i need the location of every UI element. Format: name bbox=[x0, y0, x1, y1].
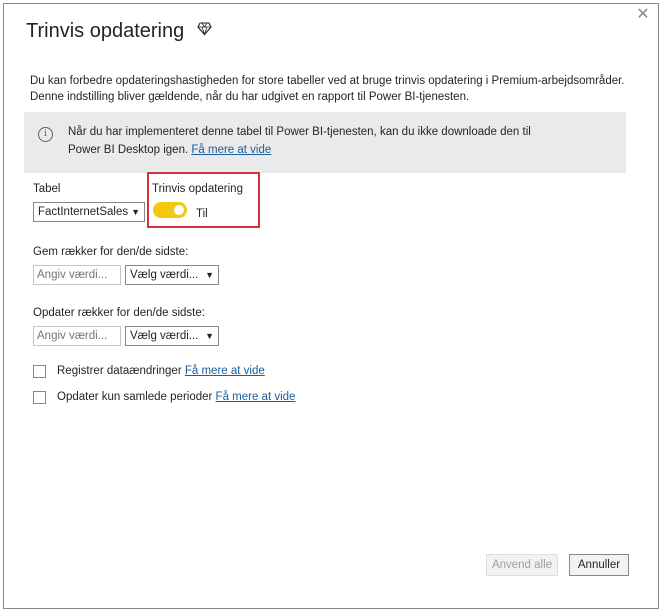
description-line-2: Denne indstilling bliver gældende, når d… bbox=[30, 91, 470, 103]
info-line-2: Power BI Desktop igen. Få mere at vide bbox=[68, 141, 588, 159]
toggle-state-label: Til bbox=[196, 208, 208, 220]
info-line-1: Når du har implementeret denne tabel til… bbox=[68, 126, 531, 138]
dropdown-arrow-icon: ▼ bbox=[205, 331, 214, 341]
dropdown-arrow-icon: ▼ bbox=[205, 270, 214, 280]
dialog-title: Trinvis opdatering bbox=[26, 20, 185, 42]
refresh-rows-label: Opdater rækker for den/de sidste: bbox=[33, 307, 205, 319]
complete-periods-label: Opdater kun samlede perioder bbox=[57, 391, 213, 403]
info-banner: i Når du har implementeret denne tabel t… bbox=[24, 112, 626, 173]
refresh-rows-unit-value: Vælg værdi... bbox=[130, 330, 199, 342]
apply-all-button[interactable]: Anvend alle bbox=[486, 554, 558, 576]
incremental-refresh-label: Trinvis opdatering bbox=[152, 183, 243, 195]
info-icon: i bbox=[38, 127, 53, 142]
complete-periods-learn-more-link[interactable]: Få mere at vide bbox=[216, 391, 296, 403]
table-select-value: FactInternetSales bbox=[38, 206, 129, 218]
complete-periods-checkbox[interactable] bbox=[33, 391, 46, 404]
detect-changes-learn-more-link[interactable]: Få mere at vide bbox=[185, 365, 265, 377]
description: Du kan forbedre opdateringshastigheden f… bbox=[30, 73, 640, 105]
table-label: Tabel bbox=[33, 183, 61, 195]
refresh-rows-value-input[interactable] bbox=[33, 326, 121, 346]
store-rows-unit-select[interactable]: Vælg værdi... ▼ bbox=[125, 265, 219, 285]
toggle-knob bbox=[174, 205, 184, 215]
incremental-refresh-toggle[interactable] bbox=[153, 202, 187, 218]
diamond-icon bbox=[197, 22, 212, 36]
close-icon[interactable]: ✕ bbox=[634, 6, 652, 24]
refresh-rows-unit-select[interactable]: Vælg værdi... ▼ bbox=[125, 326, 219, 346]
cancel-button[interactable]: Annuller bbox=[569, 554, 629, 576]
info-learn-more-link[interactable]: Få mere at vide bbox=[191, 144, 271, 156]
dropdown-arrow-icon: ▼ bbox=[131, 207, 140, 217]
description-line-1: Du kan forbedre opdateringshastigheden f… bbox=[30, 75, 625, 87]
detect-changes-checkbox[interactable] bbox=[33, 365, 46, 378]
store-rows-value-input[interactable] bbox=[33, 265, 121, 285]
detect-changes-label: Registrer dataændringer bbox=[57, 365, 182, 377]
table-select[interactable]: FactInternetSales ▼ bbox=[33, 202, 145, 222]
store-rows-unit-value: Vælg værdi... bbox=[130, 269, 199, 281]
info-line-2-text: Power BI Desktop igen. bbox=[68, 144, 189, 156]
store-rows-label: Gem rækker for den/de sidste: bbox=[33, 246, 189, 258]
